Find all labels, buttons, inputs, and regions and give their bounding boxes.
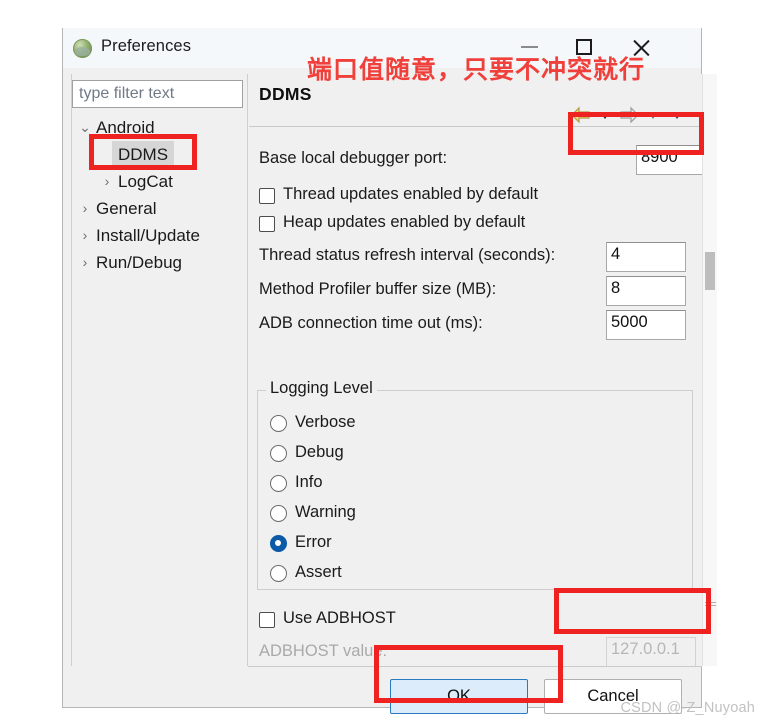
adbhost-value-label: ADBHOST value: xyxy=(259,642,388,660)
adbhost-value-input: 127.0.0.1 xyxy=(606,637,696,666)
radio-label: Error xyxy=(295,533,332,551)
sidebar-item-logcat[interactable]: › LogCat xyxy=(72,168,247,195)
thread-updates-label: Thread updates enabled by default xyxy=(283,185,539,203)
radio-icon[interactable] xyxy=(270,475,287,492)
chevron-right-icon[interactable]: › xyxy=(78,249,92,276)
sidebar-item-label: Run/Debug xyxy=(96,253,183,272)
sidebar-item-label: General xyxy=(96,199,157,218)
profiler-buffer-size-label: Method Profiler buffer size (MB): xyxy=(259,280,497,298)
base-debugger-port-label: Base local debugger port: xyxy=(259,149,448,167)
forward-arrow-icon[interactable] xyxy=(619,106,639,124)
radio-icon[interactable] xyxy=(270,505,287,522)
checkbox-icon[interactable] xyxy=(259,216,275,232)
back-dropdown-icon[interactable] xyxy=(597,106,613,124)
annotation-text: 端口值随意，只要不冲突就行 xyxy=(307,57,646,84)
title-separator xyxy=(249,126,703,127)
radio-icon[interactable] xyxy=(270,445,287,462)
checkbox-icon[interactable] xyxy=(259,612,275,628)
heap-updates-label: Heap updates enabled by default xyxy=(283,213,526,231)
adb-timeout-label: ADB connection time out (ms): xyxy=(259,314,483,332)
scrollbar-thumb[interactable] xyxy=(705,252,715,290)
radio-label: Verbose xyxy=(295,413,356,431)
sidebar-item-install-update[interactable]: › Install/Update xyxy=(72,222,247,249)
content-scrollbar[interactable] xyxy=(702,74,717,666)
profiler-buffer-size-input[interactable]: 8 xyxy=(606,276,686,306)
radio-label: Debug xyxy=(295,443,344,461)
sidebar-item-run-debug[interactable]: › Run/Debug xyxy=(72,249,247,276)
page-title: DDMS xyxy=(259,84,312,104)
filter-placeholder: type filter text xyxy=(79,85,175,102)
radio-icon[interactable] xyxy=(270,565,287,582)
ok-button[interactable]: OK xyxy=(390,679,528,714)
pane-divider[interactable] xyxy=(247,74,248,666)
thread-refresh-interval-input[interactable]: 4 xyxy=(606,242,686,272)
preferences-tree: ⌄ Android DDMS › LogCat › General › Inst… xyxy=(72,114,247,666)
logging-level-group: Logging Level Verbose Debug Info Warning… xyxy=(257,379,693,590)
minimize-icon xyxy=(521,46,538,48)
radio-label: Assert xyxy=(295,563,342,581)
filter-input[interactable]: type filter text xyxy=(72,80,243,108)
checkbox-icon[interactable] xyxy=(259,188,275,204)
preferences-dialog: Preferences type filter text ⌄ Android D… xyxy=(62,28,717,714)
sidebar-item-label: DDMS xyxy=(112,141,175,168)
watermark: CSDN @-Z_Nuyoah xyxy=(620,700,755,716)
scrollbar-grip-icon xyxy=(705,602,716,608)
thread-refresh-interval-label: Thread status refresh interval (seconds)… xyxy=(259,246,556,264)
radio-label: Info xyxy=(295,473,323,491)
ddms-settings-panel: DDMS Base local debugger port: 8900 Thre… xyxy=(249,74,703,666)
dialog-footer: OK Cancel xyxy=(63,667,701,714)
sidebar-item-general[interactable]: › General xyxy=(72,195,247,222)
forward-dropdown-icon[interactable] xyxy=(645,106,661,124)
sidebar-item-ddms[interactable]: DDMS xyxy=(72,141,247,168)
radio-icon-selected[interactable] xyxy=(270,535,287,552)
logging-level-legend: Logging Level xyxy=(266,379,377,398)
page-nav-icons xyxy=(571,106,691,126)
more-dropdown-icon[interactable] xyxy=(669,106,685,124)
radio-label: Warning xyxy=(295,503,356,521)
radio-icon[interactable] xyxy=(270,415,287,432)
chevron-right-icon[interactable]: › xyxy=(100,168,114,195)
sidebar-item-label: Install/Update xyxy=(96,226,200,245)
preferences-globe-icon xyxy=(73,39,92,58)
screenshot-root: Preferences type filter text ⌄ Android D… xyxy=(0,0,767,728)
chevron-down-icon[interactable]: ⌄ xyxy=(78,114,92,141)
chevron-right-icon[interactable]: › xyxy=(78,222,92,249)
dialog-title: Preferences xyxy=(101,37,192,55)
base-debugger-port-input[interactable]: 8900 xyxy=(636,145,703,175)
sidebar-item-label: LogCat xyxy=(118,172,173,191)
sidebar-item-android[interactable]: ⌄ Android xyxy=(72,114,247,141)
sidebar-item-label: Android xyxy=(96,118,155,137)
back-arrow-icon[interactable] xyxy=(571,106,591,124)
chevron-right-icon[interactable]: › xyxy=(78,195,92,222)
adb-timeout-input[interactable]: 5000 xyxy=(606,310,686,340)
use-adbhost-label: Use ADBHOST xyxy=(283,609,396,627)
